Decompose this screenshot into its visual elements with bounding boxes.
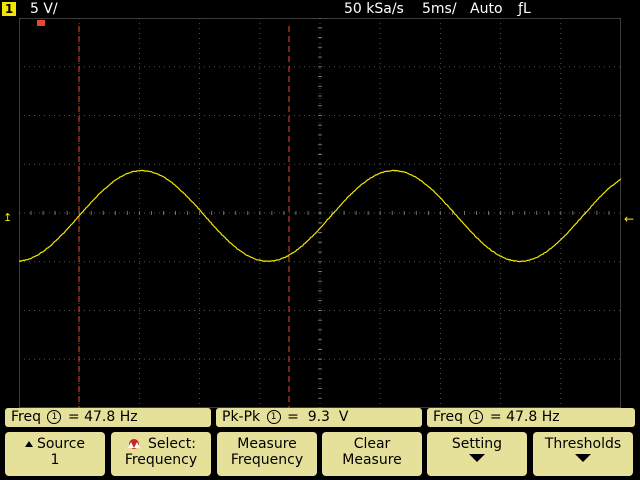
sample-rate: 50 kSa/s: [344, 1, 404, 17]
setting-label: Setting: [427, 436, 527, 452]
thresholds-label: Thresholds: [533, 436, 633, 452]
select-label-row: Select:: [111, 436, 211, 452]
source-softkey[interactable]: Source 1: [5, 432, 105, 476]
down-arrow-icon: [575, 454, 591, 462]
measure-label: Measure: [217, 436, 317, 452]
thresholds-softkey[interactable]: Thresholds: [533, 432, 633, 476]
select-softkey[interactable]: Select: Frequency: [111, 432, 211, 476]
channel-circle-icon: 1: [47, 410, 61, 424]
trigger-source: L: [523, 1, 531, 17]
down-arrow-icon: [469, 454, 485, 462]
measure-frequency-softkey[interactable]: Measure Frequency: [217, 432, 317, 476]
measurement-name: Freq: [11, 409, 41, 425]
measurement-name: Freq: [433, 409, 463, 425]
up-triangle-icon: [25, 441, 33, 447]
measurement-value: = 47.8 Hz: [68, 409, 138, 425]
setting-softkey[interactable]: Setting: [427, 432, 527, 476]
channel-badge[interactable]: 1: [2, 2, 16, 16]
measurement-frequency-1: Freq 1 = 47.8 Hz: [5, 408, 211, 427]
channel-circle-icon: 1: [469, 410, 483, 424]
measurement-frequency-2: Freq 1 = 47.8 Hz: [427, 408, 635, 427]
entry-knob-icon: [126, 438, 142, 450]
clear-measure-softkey[interactable]: Clear Measure: [322, 432, 422, 476]
clear-value: Measure: [322, 452, 422, 468]
measurement-peak-to-peak: Pk-Pk 1 = 9.3 V: [216, 408, 422, 427]
clear-label: Clear: [322, 436, 422, 452]
measurement-value: = 9.3 V: [287, 409, 348, 425]
trigger-position-marker: [37, 20, 45, 26]
vertical-scale: 5 V/: [30, 1, 58, 17]
timebase: 5ms/: [422, 1, 457, 17]
channel-circle-icon: 1: [267, 410, 281, 424]
source-label: Source: [37, 436, 85, 452]
trigger-level-icon: ←: [624, 213, 634, 225]
measurement-value: = 47.8 Hz: [490, 409, 560, 425]
trigger-info: ƒL: [518, 1, 531, 17]
measure-value: Frequency: [217, 452, 317, 468]
select-value: Frequency: [111, 452, 211, 468]
trigger-mode: Auto: [470, 1, 503, 17]
source-label-row: Source: [5, 436, 105, 452]
waveform-display[interactable]: 1: [19, 18, 621, 408]
source-value: 1: [5, 452, 105, 468]
select-label: Select:: [148, 436, 196, 452]
measurement-name: Pk-Pk: [222, 409, 260, 425]
status-bar: 1 5 V/ 50 kSa/s 5ms/ Auto ƒL: [0, 0, 640, 18]
ground-marker-icon: ↥: [3, 212, 12, 223]
